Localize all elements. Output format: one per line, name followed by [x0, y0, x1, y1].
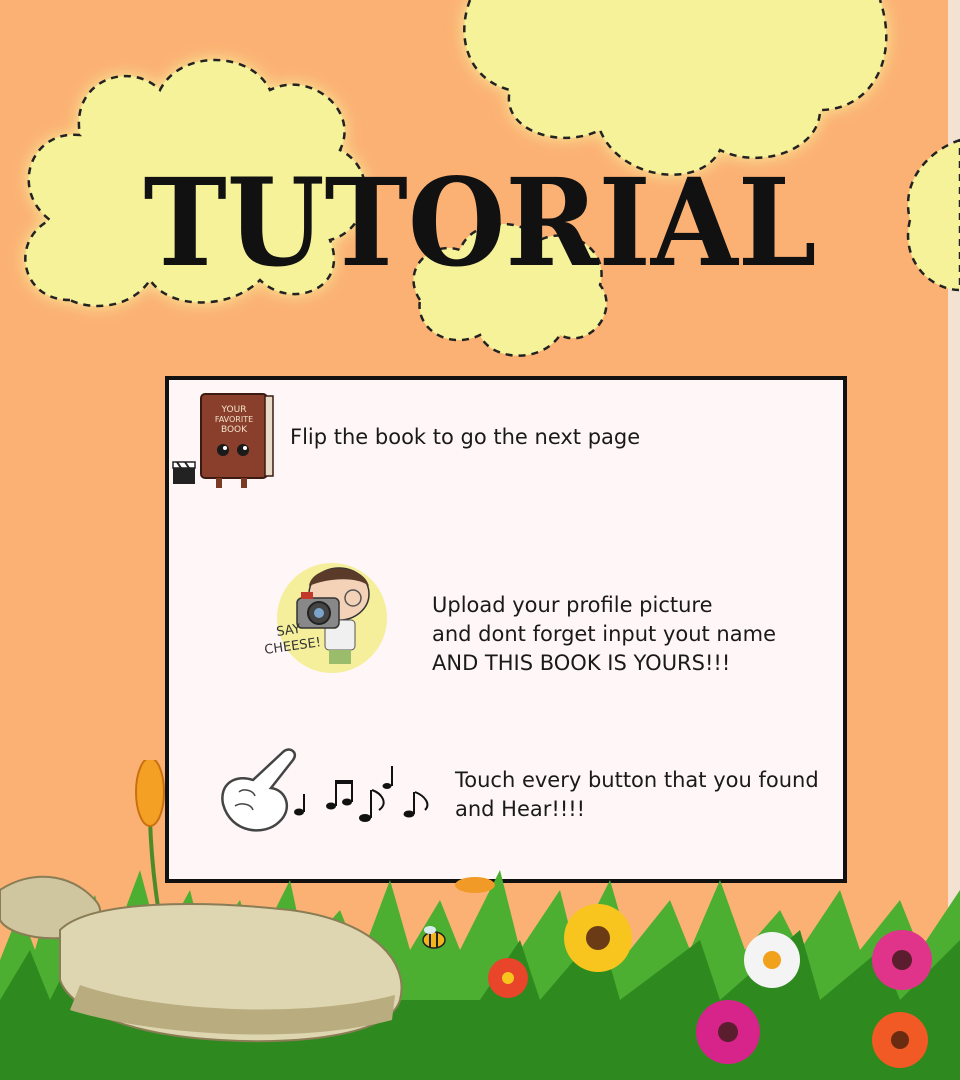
flower-yellow [564, 904, 632, 972]
instruction-item: SAY CHEESE! Upload your profile picture … [169, 550, 843, 690]
flower-white [744, 932, 800, 988]
svg-text:YOUR: YOUR [221, 405, 247, 415]
tutorial-screen: TUTORIAL YOUR FAVORITE BOOK Flip the boo… [0, 0, 960, 1080]
flower-pink [872, 930, 932, 990]
page-title: TUTORIAL [143, 152, 817, 295]
flower-orange [872, 1012, 928, 1068]
instruction-text: Flip the book to go the next page [290, 423, 640, 452]
cloud-top-right [463, 0, 888, 176]
instruction-line: Flip the book to go the next page [290, 425, 641, 449]
instruction-text: Upload your profile picture and dont for… [432, 591, 776, 678]
instruction-item: YOUR FAVORITE BOOK Flip the book to go t… [169, 380, 843, 500]
small-orange-bud [455, 877, 495, 893]
grass-foreground [0, 760, 960, 1080]
book-character-icon: YOUR FAVORITE BOOK [172, 393, 274, 488]
instruction-line: and dont forget input yout name [432, 622, 776, 646]
instruction-line: Upload your profile picture [432, 593, 713, 617]
instruction-line: AND THIS BOOK IS YOURS!!! [432, 651, 731, 675]
camera-boy-icon: SAY CHEESE! [263, 563, 387, 673]
svg-text:BOOK: BOOK [221, 425, 248, 435]
flower-red [488, 958, 528, 998]
svg-text:FAVORITE: FAVORITE [215, 415, 253, 424]
flower-magenta [696, 1000, 760, 1064]
